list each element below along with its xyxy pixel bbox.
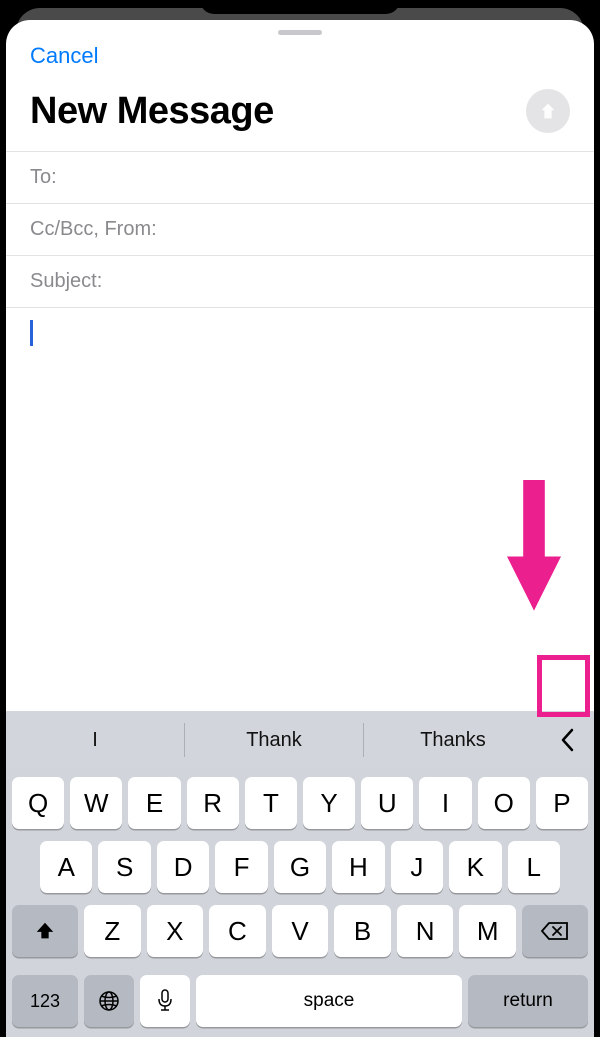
key-row-3: Z X C V B N M (12, 905, 588, 957)
chevron-left-icon (559, 726, 577, 754)
annotation-arrow (498, 468, 570, 623)
text-cursor (30, 320, 33, 346)
send-button[interactable] (526, 89, 570, 133)
globe-icon (97, 989, 121, 1013)
cancel-button[interactable]: Cancel (30, 43, 98, 69)
subject-field[interactable]: Subject: (6, 256, 594, 308)
dictation-key[interactable] (140, 975, 190, 1027)
space-key[interactable]: space (196, 975, 462, 1027)
key-row-1: Q W E R T Y U I O P (12, 777, 588, 829)
shift-icon (34, 920, 56, 942)
keyboard: I Thank Thanks Q W E R T Y U I O (6, 711, 594, 1037)
arrow-up-icon (537, 100, 559, 122)
key-v[interactable]: V (272, 905, 329, 957)
key-m[interactable]: M (459, 905, 516, 957)
key-t[interactable]: T (245, 777, 297, 829)
key-c[interactable]: C (209, 905, 266, 957)
sheet-grabber[interactable] (278, 30, 322, 35)
annotation-highlight (537, 655, 590, 717)
return-key[interactable]: return (468, 975, 588, 1027)
shift-key[interactable] (12, 905, 78, 957)
suggestion-2[interactable]: Thank (185, 711, 363, 769)
ccbcc-field[interactable]: Cc/Bcc, From: (6, 204, 594, 256)
key-x[interactable]: X (147, 905, 204, 957)
key-e[interactable]: E (128, 777, 180, 829)
page-title: New Message (30, 90, 274, 133)
numeric-key[interactable]: 123 (12, 975, 78, 1027)
key-o[interactable]: O (478, 777, 530, 829)
suggestion-bar: I Thank Thanks (6, 711, 594, 769)
key-k[interactable]: K (449, 841, 501, 893)
expand-suggestions-button[interactable] (542, 711, 594, 769)
key-y[interactable]: Y (303, 777, 355, 829)
key-b[interactable]: B (334, 905, 391, 957)
key-a[interactable]: A (40, 841, 92, 893)
key-j[interactable]: J (391, 841, 443, 893)
key-h[interactable]: H (332, 841, 384, 893)
suggestion-1[interactable]: I (6, 711, 184, 769)
key-i[interactable]: I (419, 777, 471, 829)
key-s[interactable]: S (98, 841, 150, 893)
to-field[interactable]: To: (6, 151, 594, 204)
key-n[interactable]: N (397, 905, 454, 957)
suggestion-3[interactable]: Thanks (364, 711, 542, 769)
key-row-bottom: 123 space return (6, 975, 594, 1037)
key-d[interactable]: D (157, 841, 209, 893)
key-p[interactable]: P (536, 777, 588, 829)
key-row-2: A S D F G H J K L (12, 841, 588, 893)
backspace-key[interactable] (522, 905, 588, 957)
key-z[interactable]: Z (84, 905, 141, 957)
key-w[interactable]: W (70, 777, 122, 829)
key-f[interactable]: F (215, 841, 267, 893)
backspace-icon (541, 921, 569, 941)
key-u[interactable]: U (361, 777, 413, 829)
key-q[interactable]: Q (12, 777, 64, 829)
key-r[interactable]: R (187, 777, 239, 829)
key-g[interactable]: G (274, 841, 326, 893)
globe-key[interactable] (84, 975, 134, 1027)
key-l[interactable]: L (508, 841, 560, 893)
microphone-icon (157, 989, 173, 1013)
